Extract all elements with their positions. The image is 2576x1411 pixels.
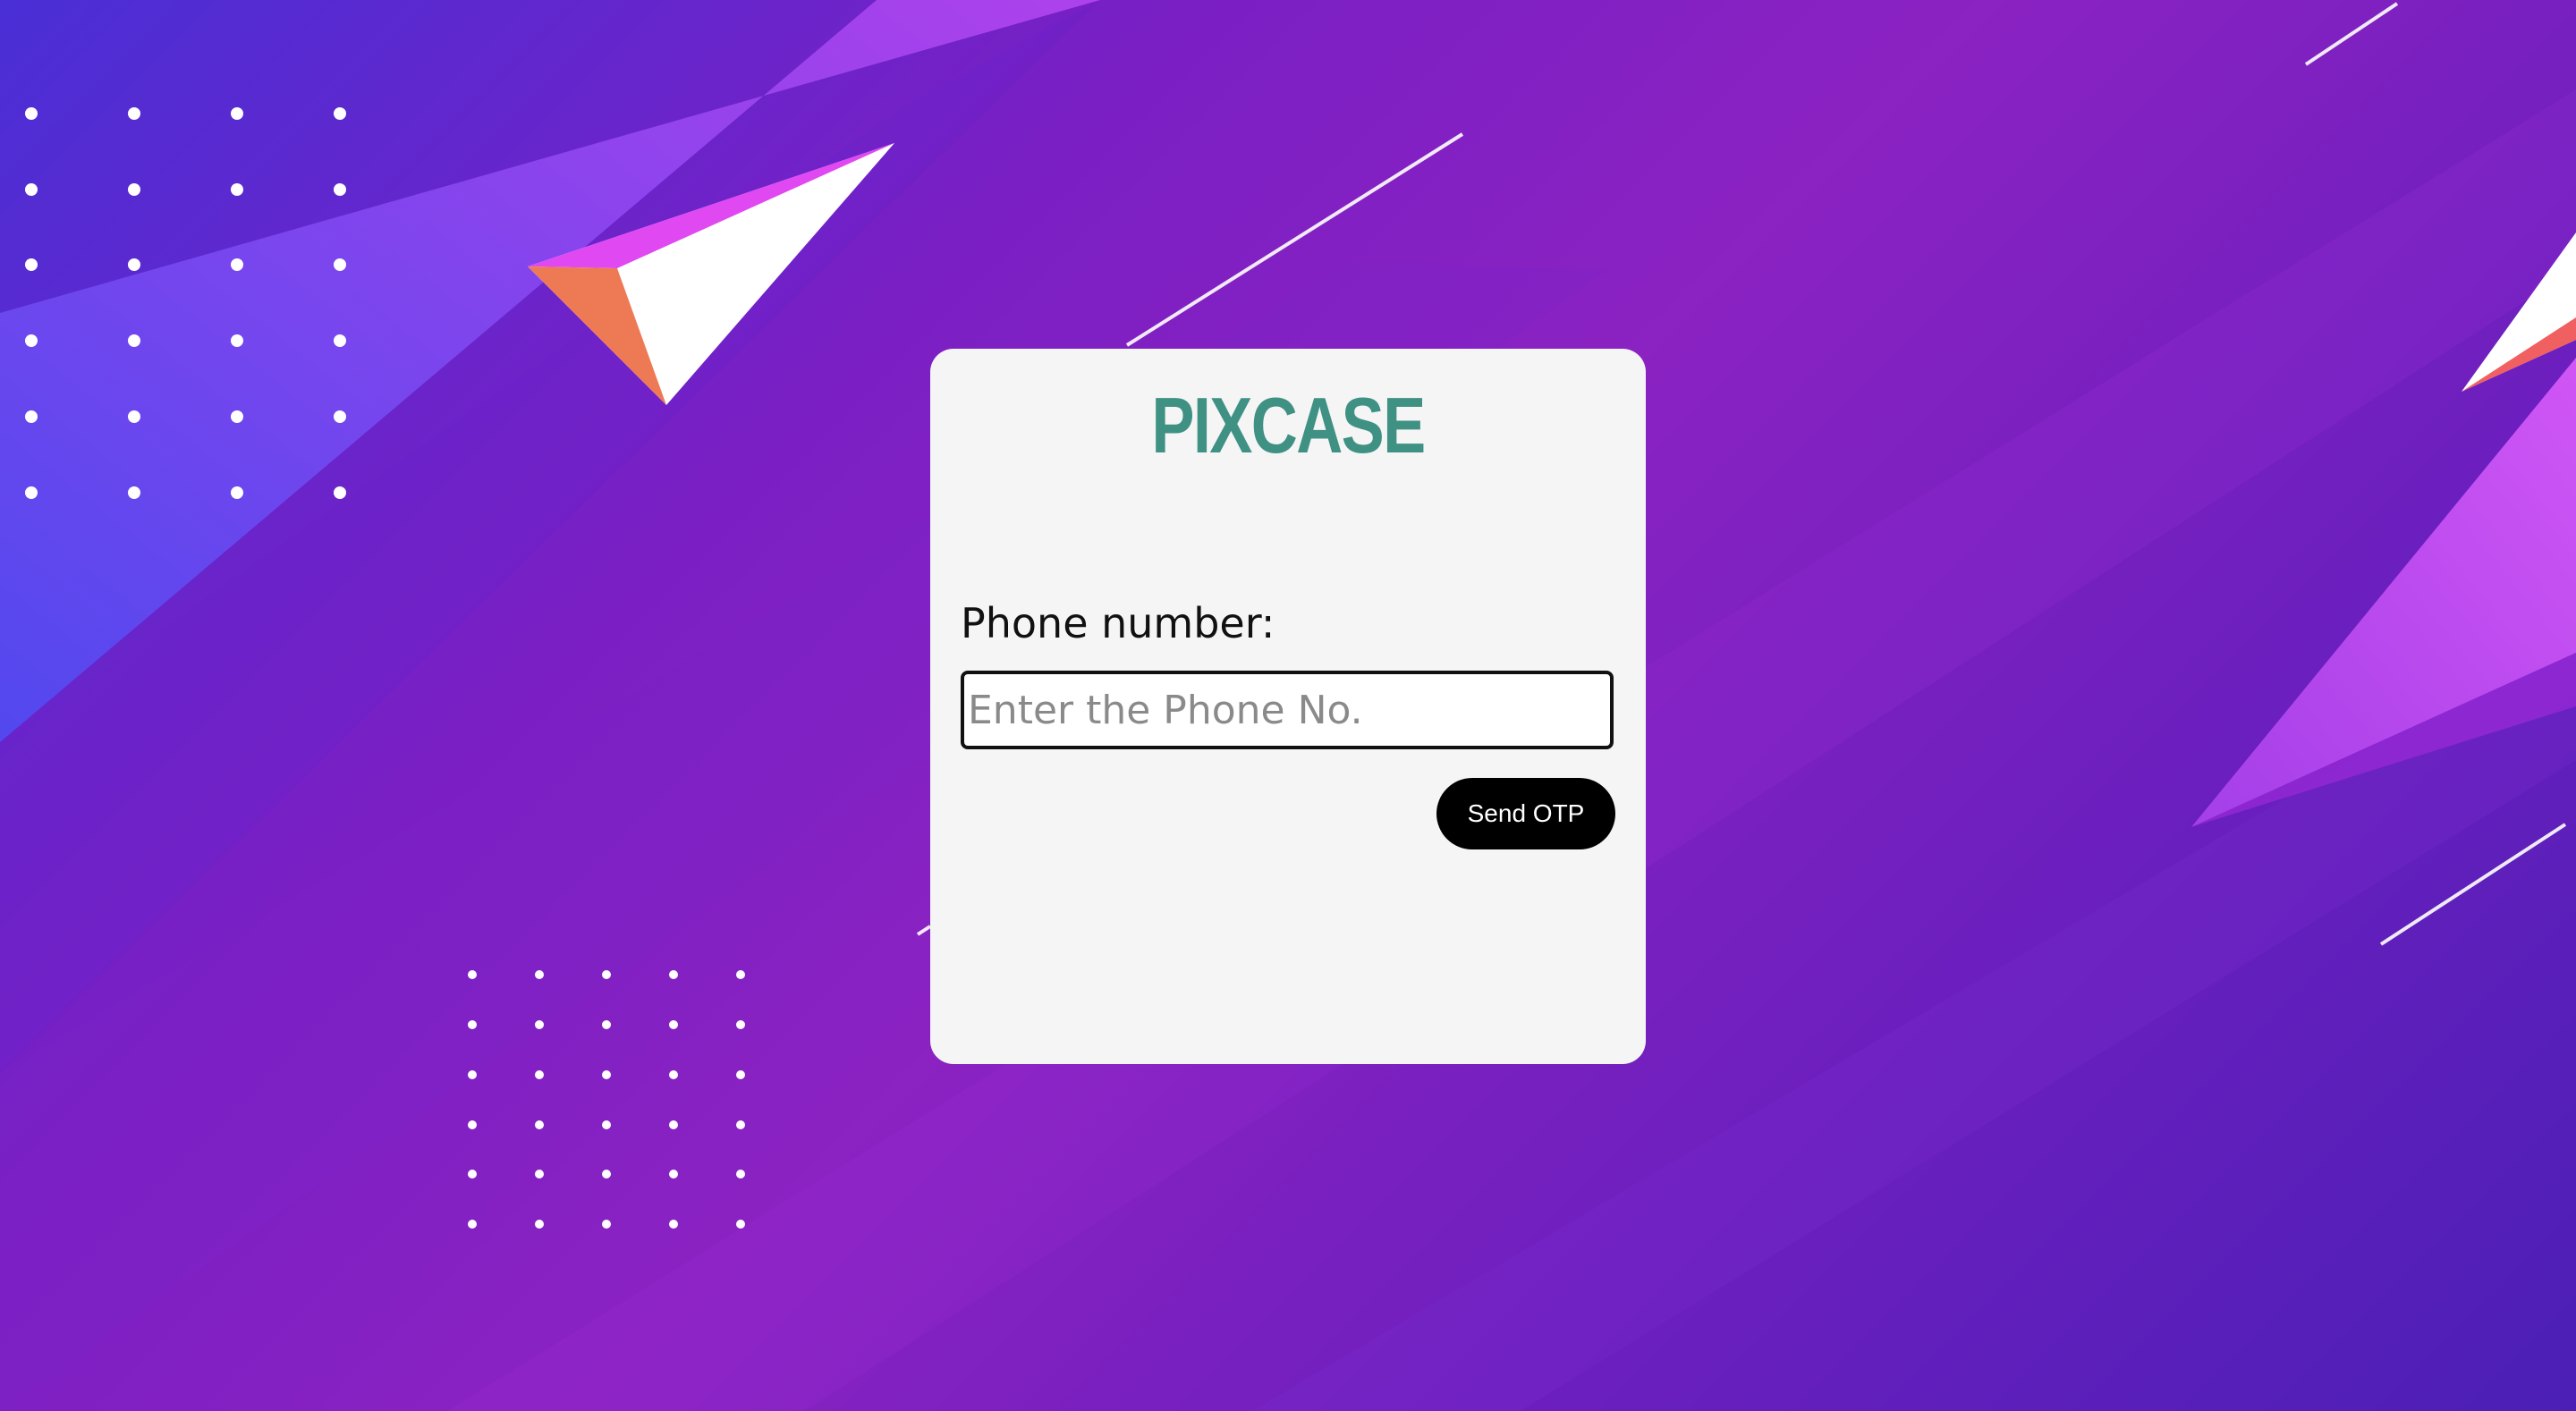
login-card: PIXCASE Phone number: Send OTP xyxy=(930,349,1646,1064)
phone-number-input[interactable] xyxy=(961,671,1614,749)
send-otp-button[interactable]: Send OTP xyxy=(1436,778,1615,849)
brand-logo: PIXCASE xyxy=(1151,381,1426,469)
phone-number-label: Phone number: xyxy=(961,599,1275,647)
